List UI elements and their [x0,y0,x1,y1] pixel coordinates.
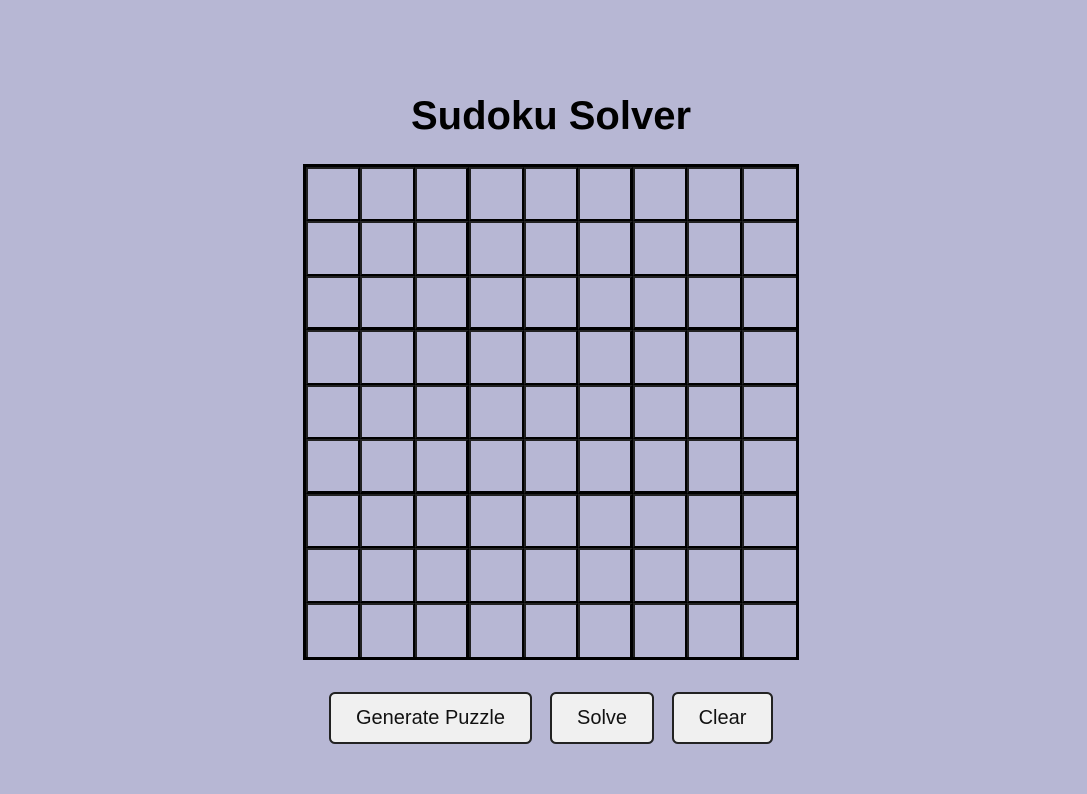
sudoku-cell-r1-c3[interactable] [414,167,470,222]
sudoku-cell-r7-c7[interactable] [632,493,688,549]
sudoku-cell-r4-c1[interactable] [306,330,361,385]
sudoku-cell-r9-c3[interactable] [414,602,470,657]
sudoku-cell-r4-c6[interactable] [578,330,633,385]
sudoku-cell-r1-c6[interactable] [578,167,633,222]
sudoku-cell-r3-c2[interactable] [360,275,415,331]
sudoku-cell-r4-c7[interactable] [632,330,688,385]
sudoku-cell-r1-c4[interactable] [469,167,524,222]
sudoku-cell-r8-c7[interactable] [632,548,688,603]
sudoku-cell-r2-c3[interactable] [414,221,470,276]
sudoku-cell-r5-c6[interactable] [578,384,633,440]
sudoku-cell-r2-c1[interactable] [306,221,361,276]
sudoku-cell-r6-c5[interactable] [523,439,579,494]
sudoku-cell-r5-c3[interactable] [414,384,470,440]
sudoku-cell-r7-c4[interactable] [469,493,524,549]
sudoku-cell-r4-c5[interactable] [523,330,579,385]
sudoku-cell-r6-c1[interactable] [306,439,361,494]
sudoku-cell-r8-c9[interactable] [741,548,796,603]
sudoku-cell-r9-c5[interactable] [523,602,579,657]
sudoku-cell-r3-c7[interactable] [632,275,688,331]
sudoku-cell-r9-c8[interactable] [687,602,742,657]
sudoku-cell-r9-c6[interactable] [578,602,633,657]
sudoku-cell-r7-c5[interactable] [523,493,579,549]
sudoku-grid [303,164,799,660]
sudoku-cell-r7-c9[interactable] [741,493,796,549]
sudoku-cell-r7-c1[interactable] [306,493,361,549]
sudoku-cell-r2-c2[interactable] [360,221,415,276]
sudoku-cell-r4-c8[interactable] [687,330,742,385]
sudoku-cell-r5-c1[interactable] [306,384,361,440]
sudoku-cell-r6-c2[interactable] [360,439,415,494]
solve-button[interactable]: Solve [550,692,654,744]
sudoku-cell-r8-c5[interactable] [523,548,579,603]
sudoku-cell-r2-c8[interactable] [687,221,742,276]
sudoku-cell-r9-c1[interactable] [306,602,361,657]
sudoku-cell-r9-c4[interactable] [469,602,524,657]
sudoku-cell-r8-c1[interactable] [306,548,361,603]
sudoku-cell-r8-c3[interactable] [414,548,470,603]
sudoku-cell-r6-c7[interactable] [632,439,688,494]
sudoku-cell-r2-c9[interactable] [741,221,796,276]
sudoku-cell-r5-c9[interactable] [741,384,796,440]
sudoku-cell-r2-c7[interactable] [632,221,688,276]
sudoku-cell-r1-c7[interactable] [632,167,688,222]
sudoku-cell-r4-c2[interactable] [360,330,415,385]
sudoku-cell-r4-c3[interactable] [414,330,470,385]
sudoku-cell-r9-c9[interactable] [741,602,796,657]
sudoku-cell-r3-c8[interactable] [687,275,742,331]
sudoku-cell-r1-c8[interactable] [687,167,742,222]
sudoku-cell-r8-c6[interactable] [578,548,633,603]
sudoku-cell-r9-c7[interactable] [632,602,688,657]
sudoku-cell-r6-c6[interactable] [578,439,633,494]
sudoku-cell-r3-c1[interactable] [306,275,361,331]
sudoku-page: Sudoku Solver Generate Puzzle Solve Clea… [0,0,1087,794]
sudoku-cell-r3-c3[interactable] [414,275,470,331]
sudoku-cell-r5-c5[interactable] [523,384,579,440]
generate-puzzle-button[interactable]: Generate Puzzle [329,692,532,744]
sudoku-cell-r6-c9[interactable] [741,439,796,494]
sudoku-cell-r7-c2[interactable] [360,493,415,549]
sudoku-cell-r2-c4[interactable] [469,221,524,276]
sudoku-cell-r4-c9[interactable] [741,330,796,385]
sudoku-cell-r5-c8[interactable] [687,384,742,440]
page-title: Sudoku Solver [410,94,692,138]
sudoku-cell-r6-c8[interactable] [687,439,742,494]
sudoku-cell-r1-c5[interactable] [523,167,579,222]
sudoku-cell-r7-c3[interactable] [414,493,470,549]
sudoku-cell-r7-c8[interactable] [687,493,742,549]
sudoku-cell-r1-c1[interactable] [306,167,361,222]
sudoku-cell-r8-c2[interactable] [360,548,415,603]
sudoku-cell-r3-c5[interactable] [523,275,579,331]
sudoku-cell-r8-c8[interactable] [687,548,742,603]
sudoku-cell-r8-c4[interactable] [469,548,524,603]
clear-button[interactable]: Clear [672,692,773,744]
sudoku-cell-r1-c2[interactable] [360,167,415,222]
sudoku-cell-r9-c2[interactable] [360,602,415,657]
sudoku-cell-r5-c7[interactable] [632,384,688,440]
sudoku-cell-r4-c4[interactable] [469,330,524,385]
sudoku-cell-r2-c6[interactable] [578,221,633,276]
sudoku-cell-r3-c6[interactable] [578,275,633,331]
sudoku-cell-r6-c3[interactable] [414,439,470,494]
sudoku-cell-r7-c6[interactable] [578,493,633,549]
sudoku-cell-r1-c9[interactable] [741,167,796,222]
sudoku-cell-r3-c4[interactable] [469,275,524,331]
sudoku-cell-r6-c4[interactable] [469,439,524,494]
sudoku-cell-r5-c2[interactable] [360,384,415,440]
sudoku-cell-r5-c4[interactable] [469,384,524,440]
sudoku-cell-r3-c9[interactable] [741,275,796,331]
sudoku-cell-r2-c5[interactable] [523,221,579,276]
